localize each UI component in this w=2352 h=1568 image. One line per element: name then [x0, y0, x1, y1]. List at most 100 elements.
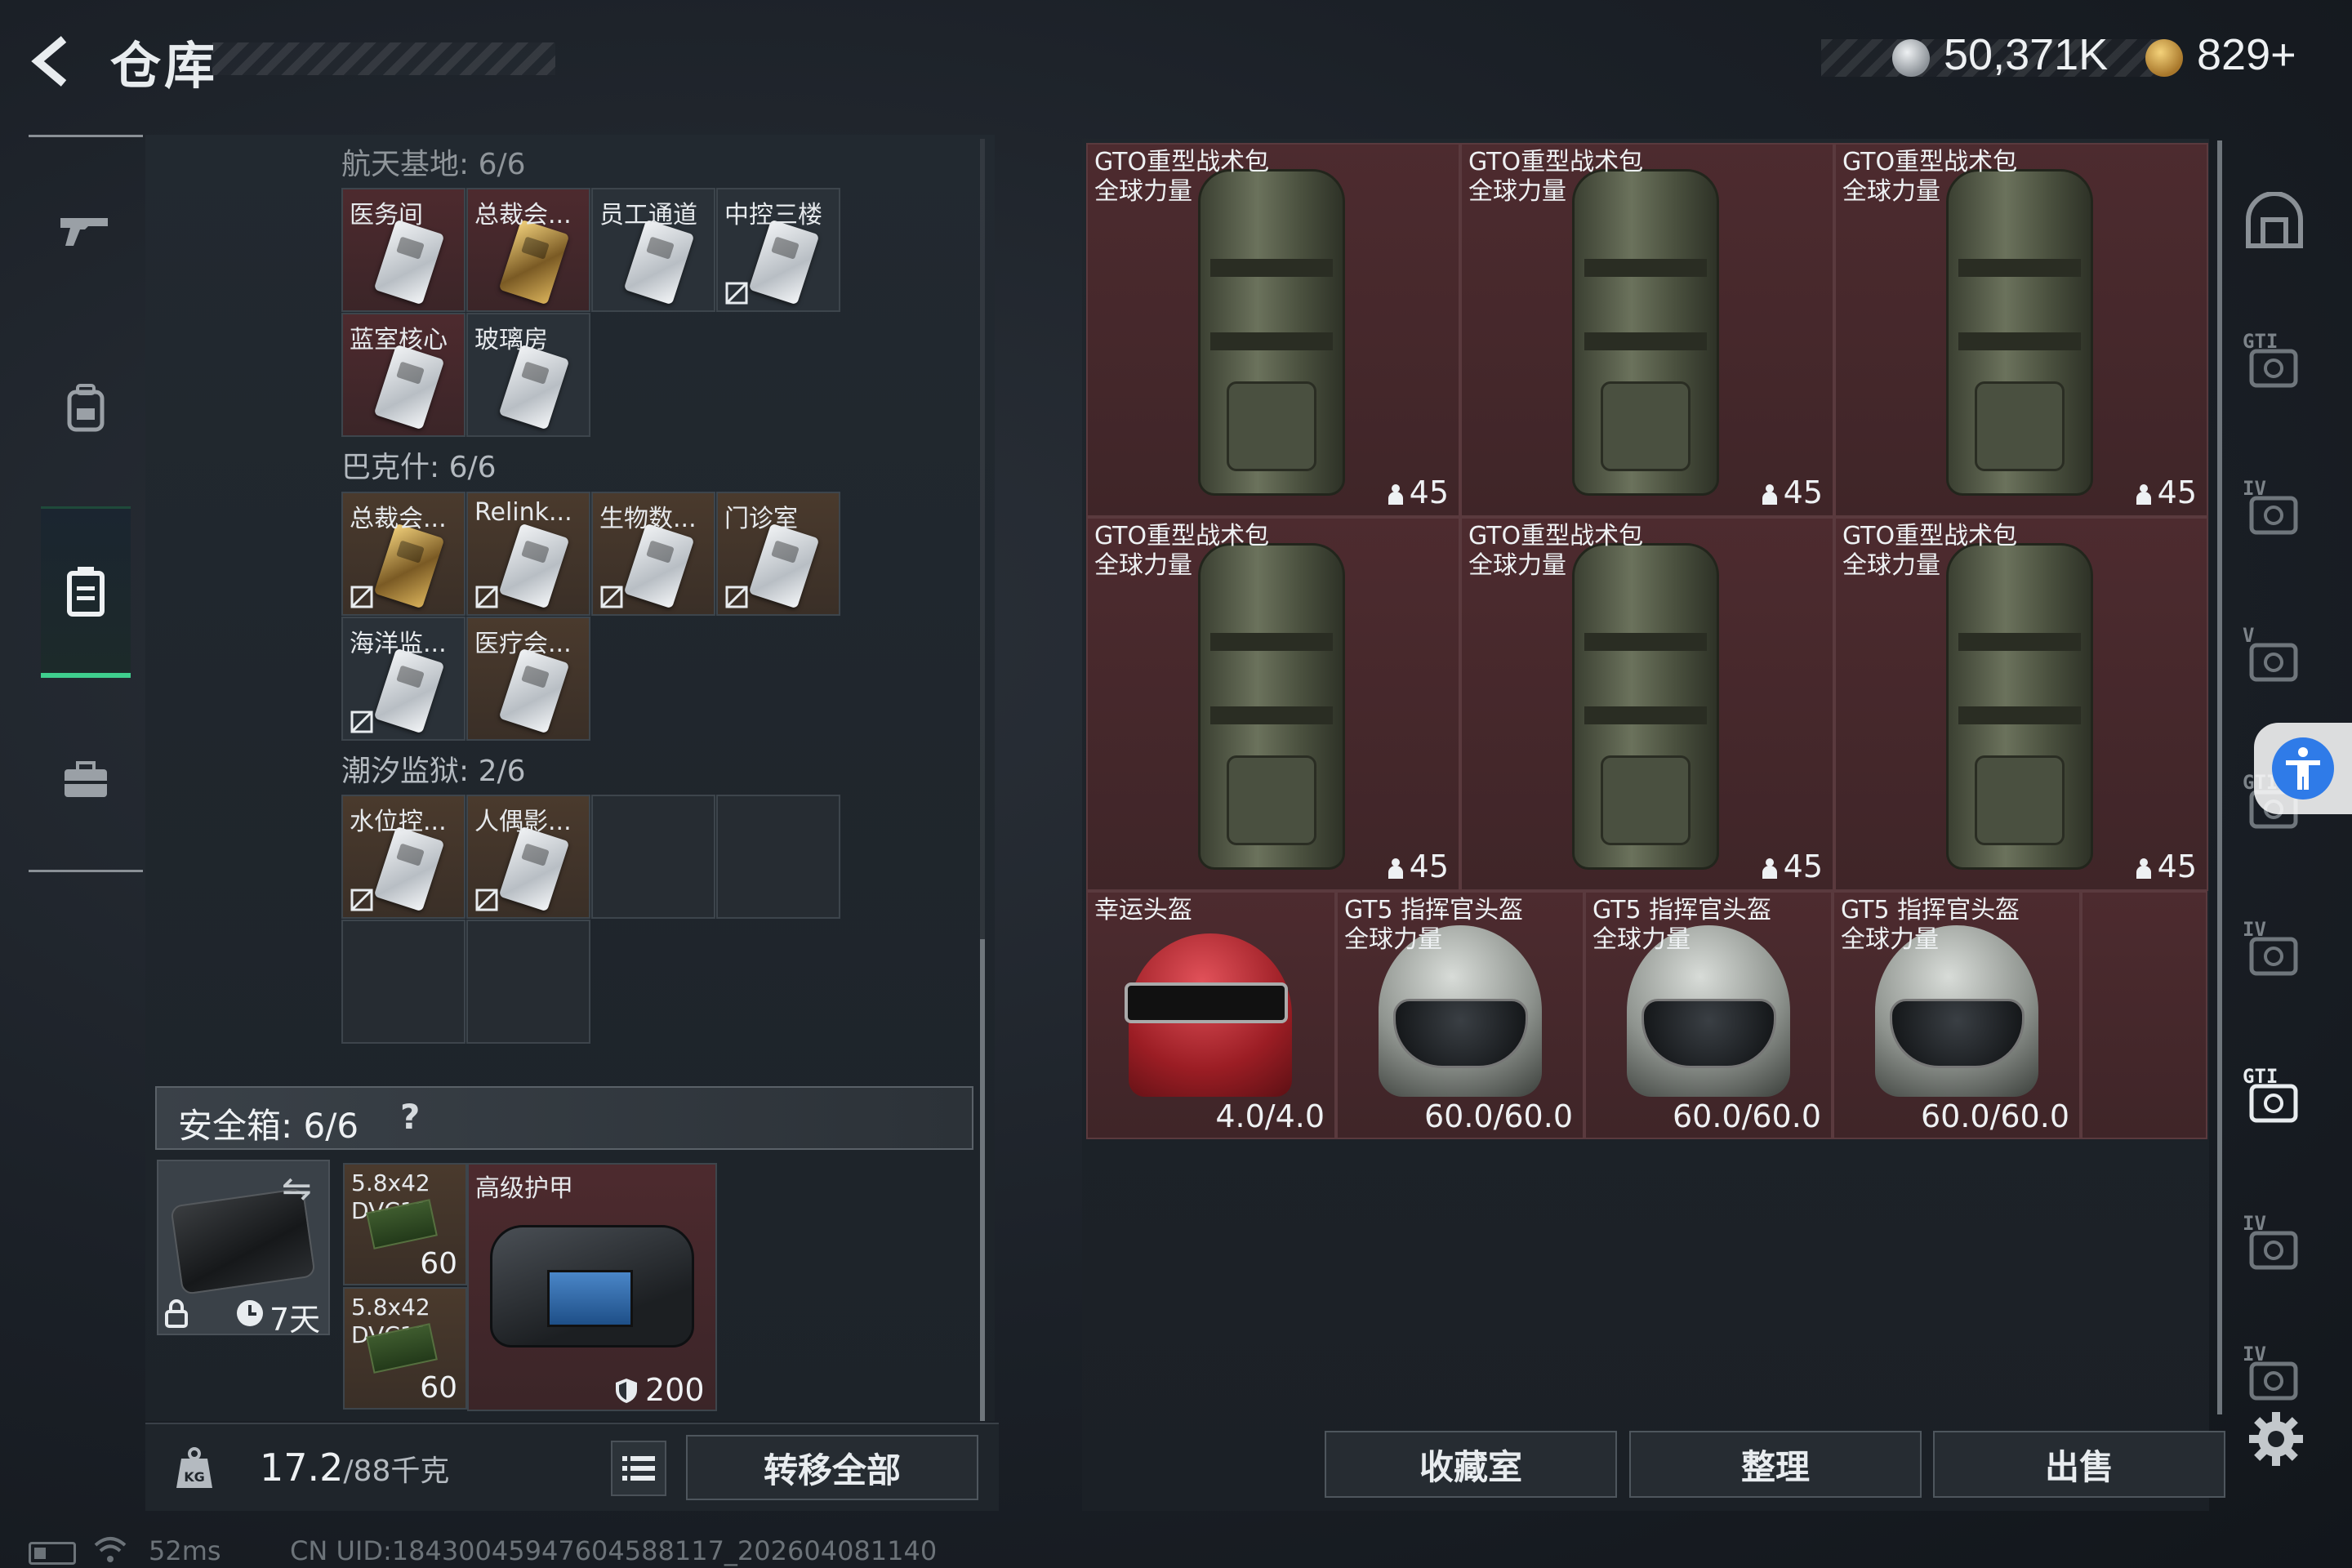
armor-durability: 200 — [645, 1372, 705, 1408]
settings-gear-icon[interactable] — [2247, 1410, 2305, 1468]
helmet-durability: 60.0/60.0 — [1920, 1098, 2069, 1134]
filter-category-icon[interactable]: V — [2238, 621, 2311, 694]
key-card-slot[interactable]: 医务间 — [341, 188, 466, 312]
helmet-visor — [1393, 999, 1528, 1068]
key-card-image — [748, 219, 820, 305]
no-carry-icon — [725, 282, 748, 305]
nav-supplies[interactable] — [41, 719, 131, 841]
backpack-item[interactable]: GTO重型战术包 全球力量 45 — [1086, 143, 1460, 517]
empty-slot — [591, 795, 715, 919]
backpack-strap — [1584, 633, 1707, 651]
equipment-class-tag: IV — [2243, 477, 2266, 500]
left-scrollbar-thumb[interactable] — [980, 939, 985, 1421]
filter-category-icon[interactable]: GTI — [2238, 1062, 2311, 1135]
nav-weapons[interactable] — [41, 167, 131, 290]
helmet-visor — [1125, 982, 1288, 1023]
key-card-slot[interactable]: 中控三楼 — [716, 188, 840, 312]
key-card-slot[interactable]: 员工通道 — [591, 188, 715, 312]
key-card-slot[interactable]: 医疗会... — [466, 617, 590, 741]
helmet-label: GT5 指挥官头盔 全球力量 — [1344, 896, 1523, 955]
no-carry-icon — [600, 586, 623, 608]
backpack-item[interactable]: GTO重型战术包 全球力量 45 — [1834, 143, 2208, 517]
armor-label: 高级护甲 — [475, 1174, 573, 1203]
sell-button[interactable]: 出售 — [1933, 1431, 2225, 1498]
no-carry-icon — [475, 889, 498, 911]
equipment-class-tag: GTI — [2243, 330, 2278, 353]
empty-slot — [466, 920, 590, 1044]
carry-weight: 17.2/88千克 — [260, 1446, 449, 1490]
helmet-item[interactable]: GT5 指挥官头盔 全球力量 60.0/60.0 — [1584, 891, 1833, 1139]
ammo-slot[interactable]: 5.8x42 DVC12 60 — [343, 1287, 467, 1410]
equipment-class-tag: IV — [2243, 1212, 2266, 1235]
helmet-item[interactable]: GT5 指挥官头盔 全球力量 60.0/60.0 — [1336, 891, 1584, 1139]
ammo-caliber: 5.8x42 — [351, 1294, 430, 1321]
sort-button[interactable]: 整理 — [1629, 1431, 1922, 1498]
key-card-label: 海洋监... — [350, 630, 447, 658]
key-card-image — [748, 523, 820, 609]
helmet-item[interactable]: GT5 指挥官头盔 全球力量 60.0/60.0 — [1833, 891, 2081, 1139]
no-carry-icon — [350, 889, 373, 911]
backpack-strap — [1210, 332, 1333, 350]
equipment-class-tag: IV — [2243, 1343, 2266, 1365]
key-card-image — [498, 826, 570, 912]
backpack-brand: 全球力量 — [1468, 551, 1566, 580]
key-card-slot[interactable]: 门诊室 — [716, 492, 840, 616]
briefcase-icon — [65, 761, 107, 797]
clock-icon — [237, 1300, 263, 1326]
backpack-capacity: 45 — [2135, 849, 2197, 884]
ammo-slot[interactable]: 5.8x42 DVC12 60 — [343, 1163, 467, 1285]
backpack-brand: 全球力量 — [1094, 551, 1192, 580]
filter-category-icon[interactable]: IV — [2238, 474, 2311, 547]
filter-category-icon[interactable]: IV — [2238, 915, 2311, 988]
backpack-name: GTO重型战术包 — [1842, 148, 2018, 176]
backpack-label: GTO重型战术包 全球力量 — [1094, 148, 1269, 207]
key-card-label: 员工通道 — [599, 201, 697, 229]
backpack-brand: 全球力量 — [1842, 177, 1940, 206]
backpack-item[interactable]: GTO重型战术包 全球力量 45 — [1460, 517, 1834, 891]
backpack-icon — [67, 384, 105, 432]
key-card-slot[interactable]: 蓝室核心 — [341, 313, 466, 437]
backpack-item[interactable]: GTO重型战术包 全球力量 45 — [1086, 517, 1460, 891]
key-card-slot[interactable]: 总裁会... — [466, 188, 590, 312]
filter-all-icon[interactable] — [2238, 184, 2311, 257]
backpack-capacity: 45 — [1761, 849, 1823, 884]
help-icon[interactable]: ? — [400, 1097, 420, 1137]
backpack-brand: 全球力量 — [1094, 177, 1192, 206]
key-card-slot[interactable]: 人偶影... — [466, 795, 590, 919]
helmet-name: GT5 指挥官头盔 — [1344, 896, 1524, 924]
swap-icon[interactable]: ⇋ — [282, 1168, 312, 1209]
key-card-slot[interactable]: 海洋监... — [341, 617, 466, 741]
key-card-label: 中控三楼 — [724, 201, 822, 229]
key-card-slot[interactable]: 水位控... — [341, 795, 466, 919]
helmet-visor — [1890, 999, 2025, 1068]
helmet-item[interactable]: 幸运头盔 4.0/4.0 — [1086, 891, 1336, 1139]
collection-room-button[interactable]: 收藏室 — [1325, 1431, 1617, 1498]
helmet-durability: 4.0/4.0 — [1215, 1098, 1325, 1134]
filter-category-icon[interactable]: IV — [2238, 1209, 2311, 1282]
no-carry-icon — [350, 586, 373, 608]
key-card-slot[interactable]: 生物数... — [591, 492, 715, 616]
capacity-icon — [1762, 484, 1777, 505]
key-card-image — [623, 523, 695, 609]
right-scrollbar[interactable] — [2217, 140, 2222, 1414]
back-arrow-icon[interactable] — [24, 33, 82, 90]
key-card-slot[interactable]: 总裁会... — [341, 492, 466, 616]
safe-box-timer: 7天 — [270, 1302, 321, 1338]
key-card-slot[interactable]: Relink... — [466, 492, 590, 616]
helmet-brand: 全球力量 — [1592, 925, 1690, 954]
backpack-label: GTO重型战术包 全球力量 — [1468, 148, 1643, 207]
filter-category-icon[interactable]: IV — [2238, 1339, 2311, 1413]
nav-equipment[interactable] — [41, 347, 131, 470]
backpack-item[interactable]: GTO重型战术包 全球力量 45 — [1460, 143, 1834, 517]
backpack-brand: 全球力量 — [1842, 551, 1940, 580]
filter-category-icon[interactable]: GTI — [2238, 327, 2311, 400]
backpack-item[interactable]: GTO重型战术包 全球力量 45 — [1834, 517, 2208, 891]
nav-containers[interactable] — [41, 506, 131, 678]
list-view-button[interactable] — [611, 1441, 666, 1496]
accessibility-button[interactable] — [2254, 723, 2352, 814]
transfer-all-button[interactable]: 转移全部 — [686, 1435, 978, 1500]
silver-currency-amount[interactable]: 50,371K — [1944, 29, 2108, 80]
gold-currency-amount[interactable]: 829+ — [2197, 29, 2296, 80]
key-card-slot[interactable]: 玻璃房 — [466, 313, 590, 437]
backpack-strap — [1584, 259, 1707, 277]
